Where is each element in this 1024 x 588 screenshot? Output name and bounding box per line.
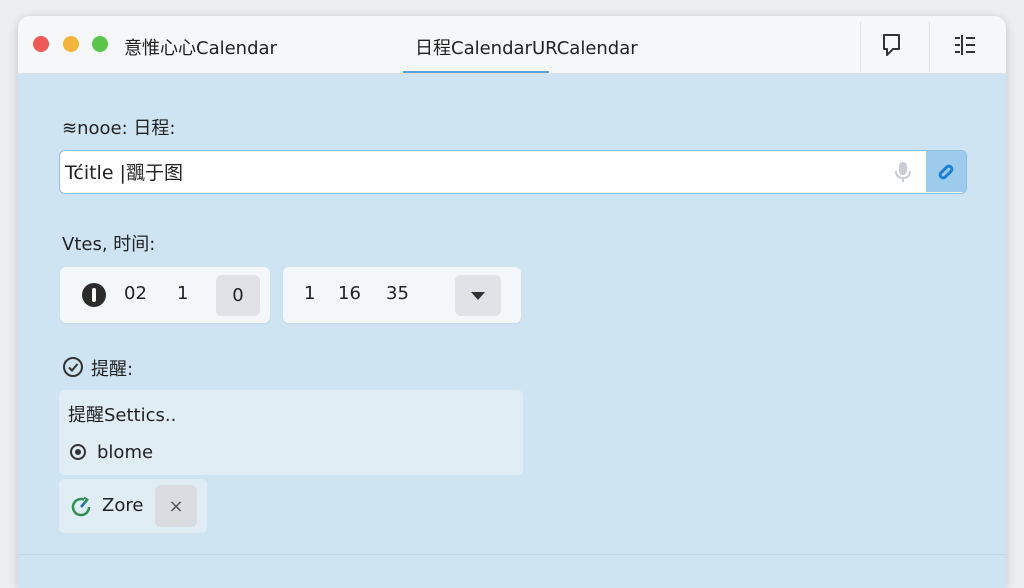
title-bar: 意惟心心Calendar 日程CalendarURCalendar xyxy=(18,16,1006,74)
minimize-window-button[interactable] xyxy=(63,36,79,52)
event-form: ≋nooe: 日程: Vtes, 时间: 02 1 0 xyxy=(18,74,1006,588)
footer-divider xyxy=(18,554,1006,555)
zone-panel: Zore × xyxy=(59,479,207,533)
reminder-settings-label: 提醒Settics.. xyxy=(68,405,177,426)
date-picker: 02 1 0 xyxy=(60,267,270,323)
check-circle-icon xyxy=(63,357,83,377)
sidebar-toggle-button[interactable] xyxy=(948,28,982,62)
zone-label: Zore xyxy=(102,495,144,516)
reminder-radio[interactable] xyxy=(70,444,86,460)
info-icon xyxy=(82,283,106,307)
tab-calendar[interactable]: 日程CalendarURCalendar xyxy=(403,16,638,73)
bookmark-button[interactable] xyxy=(875,28,909,62)
chevron-down-icon xyxy=(471,291,485,300)
reminder-settings-panel: 提醒Settics.. blome xyxy=(59,390,523,475)
title-field xyxy=(59,150,967,194)
refresh-icon xyxy=(71,496,91,517)
sidebar-toggle-icon xyxy=(955,35,975,55)
reminder-option-label: blome xyxy=(97,442,154,463)
time-field-minute[interactable]: 16 xyxy=(338,283,361,304)
time-field-hour[interactable]: 1 xyxy=(304,283,315,304)
tab-label: 日程CalendarURCalendar xyxy=(415,38,638,59)
time-picker: 1 16 35 xyxy=(283,267,521,323)
date-field-1[interactable]: 02 xyxy=(124,283,147,304)
link-icon xyxy=(938,164,954,179)
attach-link-button[interactable] xyxy=(926,151,966,192)
title-input[interactable] xyxy=(65,151,885,192)
app-title: 意惟心心Calendar xyxy=(124,38,277,59)
zone-clear-button[interactable]: × xyxy=(155,485,197,527)
microphone-icon xyxy=(895,162,911,182)
bookmark-icon xyxy=(883,34,900,56)
microphone-button[interactable] xyxy=(890,159,916,185)
close-window-button[interactable] xyxy=(33,36,49,52)
reminder-label: 提醒: xyxy=(91,359,134,380)
date-field-3[interactable]: 0 xyxy=(216,275,260,316)
date-field-2[interactable]: 1 xyxy=(177,283,188,304)
toolbar-divider xyxy=(929,22,930,72)
calendar-window: 意惟心心Calendar 日程CalendarURCalendar ≋nooe: xyxy=(18,16,1006,588)
time-dropdown-button[interactable] xyxy=(455,275,501,316)
name-label: ≋nooe: 日程: xyxy=(62,118,176,139)
time-label: Vtes, 时间: xyxy=(62,234,156,255)
toolbar-divider xyxy=(860,22,861,72)
zoom-window-button[interactable] xyxy=(92,36,108,52)
time-field-second[interactable]: 35 xyxy=(386,283,409,304)
